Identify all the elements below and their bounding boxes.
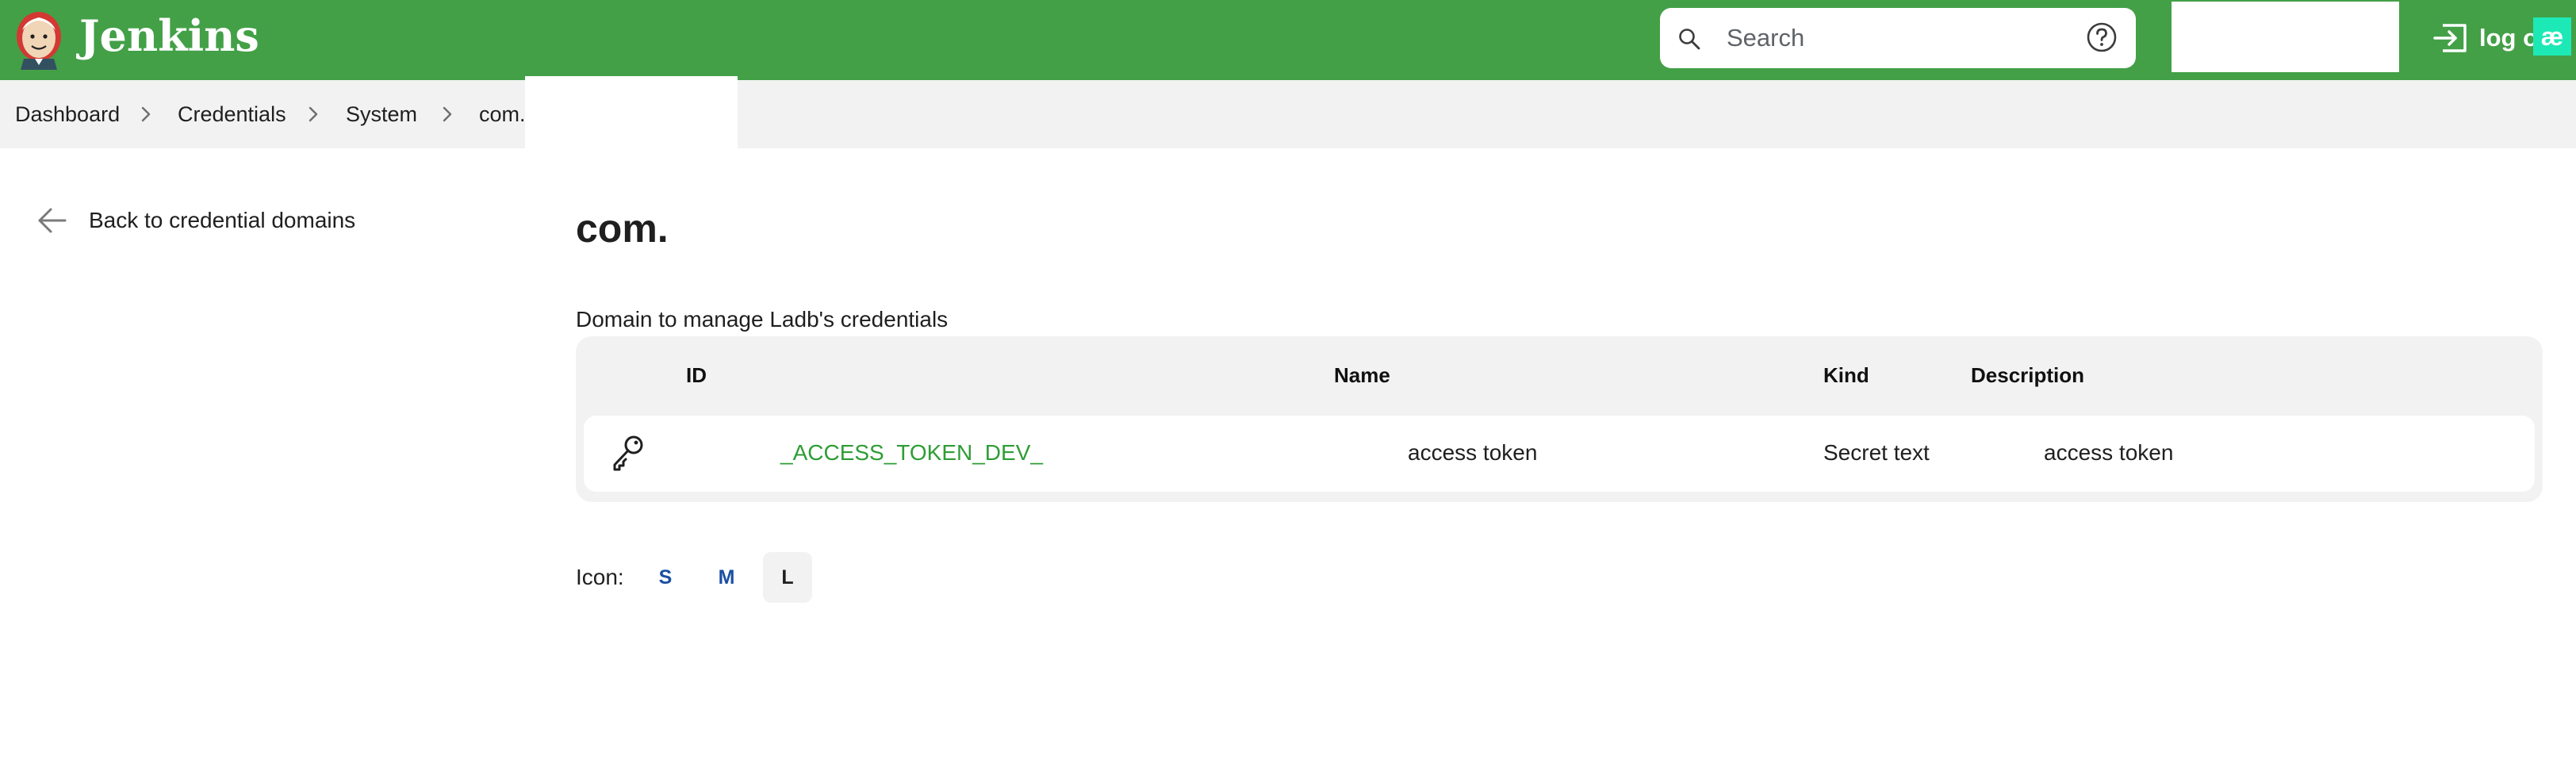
- chevron-right-icon: [443, 106, 452, 122]
- help-icon[interactable]: [2086, 21, 2118, 53]
- search-box: [1660, 8, 2136, 68]
- top-header: Jenkins log o æ: [0, 0, 2576, 80]
- breadcrumb: Dashboard Credentials System com.: [0, 80, 2576, 148]
- breadcrumb-system[interactable]: System: [346, 99, 417, 129]
- header-blank-area: [2172, 2, 2399, 72]
- back-to-credential-domains-link[interactable]: Back to credential domains: [35, 202, 355, 239]
- icon-size-small-button[interactable]: S: [641, 552, 690, 603]
- breadcrumb-dashboard[interactable]: Dashboard: [15, 99, 120, 129]
- credential-id-cell: _ACCESS_TOKEN_DEV_: [780, 438, 1043, 468]
- key-icon: [613, 435, 643, 471]
- credential-description-cell: access token: [2044, 440, 2174, 465]
- column-header-name[interactable]: Name: [1334, 360, 1390, 390]
- back-link-label: Back to credential domains: [89, 208, 356, 232]
- icon-size-large-button[interactable]: L: [763, 552, 812, 603]
- column-header-kind[interactable]: Kind: [1823, 360, 1869, 390]
- credential-id-link[interactable]: _ACCESS_TOKEN_DEV_: [780, 440, 1043, 465]
- search-input[interactable]: [1727, 17, 2060, 59]
- extension-badge[interactable]: æ: [2533, 17, 2571, 56]
- domain-description: Domain to manage Ladb's credentials: [576, 307, 949, 332]
- logout-button[interactable]: log o: [2432, 16, 2538, 60]
- column-header-id[interactable]: ID: [686, 360, 707, 390]
- breadcrumb-credentials[interactable]: Credentials: [178, 99, 286, 129]
- search-icon: [1679, 29, 1700, 50]
- icon-size-label: Icon:: [576, 565, 624, 589]
- chevron-right-icon: [141, 106, 151, 122]
- icon-size-medium-button[interactable]: M: [702, 552, 751, 603]
- jenkins-logo-icon[interactable]: [13, 6, 65, 71]
- credential-kind-cell: Secret text: [1823, 440, 1930, 465]
- credential-name-cell: access token: [1408, 440, 1538, 465]
- column-header-description[interactable]: Description: [1971, 360, 2084, 390]
- chevron-right-icon: [309, 106, 318, 122]
- arrow-left-icon: [38, 208, 67, 233]
- breadcrumb-blank-area: [525, 76, 738, 148]
- brand-title[interactable]: Jenkins: [79, 8, 259, 63]
- breadcrumb-domain[interactable]: com.: [479, 99, 526, 129]
- page-title: com.: [576, 206, 669, 251]
- logout-label: log o: [2479, 24, 2539, 52]
- logout-icon: [2433, 24, 2467, 52]
